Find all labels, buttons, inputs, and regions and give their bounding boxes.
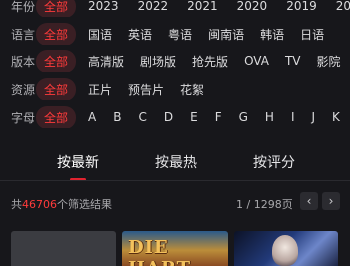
tab-newest[interactable]: 按最新 <box>57 152 99 172</box>
tab-rating[interactable]: 按评分 <box>253 152 295 172</box>
filter-row-resource: 资源 全部 正片 预告片 花絮 <box>0 78 350 100</box>
resource-option[interactable]: 正片 <box>88 81 112 98</box>
year-option[interactable]: 2022 <box>138 0 169 13</box>
letter-option[interactable]: B <box>113 110 121 124</box>
language-all-chip[interactable]: 全部 <box>36 23 77 45</box>
language-option[interactable]: 韩语 <box>260 26 284 43</box>
language-option[interactable]: 日语 <box>300 26 324 43</box>
result-suffix: 个筛选结果 <box>57 198 112 211</box>
filter-row-year: 年份 全部 2023 2022 2021 2020 2019 2018 <box>0 0 350 17</box>
poster-title-art: DIE HART <box>128 237 190 266</box>
version-option[interactable]: TV <box>285 54 301 68</box>
letter-option[interactable]: C <box>138 110 146 124</box>
language-option[interactable]: 国语 <box>88 26 112 43</box>
filter-row-letter: 字母 全部 A B C D E F G H I J K <box>0 106 350 128</box>
filter-label-resource: 资源 <box>11 82 36 97</box>
chevron-right-icon: › <box>328 194 334 208</box>
version-option[interactable]: 高清版 <box>88 53 124 70</box>
tabs-divider <box>0 180 350 181</box>
year-option[interactable]: 2020 <box>237 0 268 13</box>
resource-all-chip[interactable]: 全部 <box>36 78 77 100</box>
letter-option[interactable]: J <box>312 110 316 124</box>
filter-label-letter: 字母 <box>11 110 36 125</box>
language-option[interactable]: 粤语 <box>168 26 192 43</box>
year-option[interactable]: 2023 <box>88 0 119 13</box>
language-option[interactable]: 闽南语 <box>208 26 244 43</box>
next-page-button[interactable]: › <box>322 192 340 210</box>
year-all-chip[interactable]: 全部 <box>36 0 77 17</box>
letter-option[interactable]: H <box>265 110 274 124</box>
movie-poster[interactable] <box>234 231 338 266</box>
filter-row-version: 版本 全部 高清版 剧场版 抢先版 OVA TV 影院 <box>0 50 350 72</box>
result-prefix: 共 <box>11 198 22 211</box>
page-indicator: 1 / 1298页 <box>236 198 293 211</box>
letter-all-chip[interactable]: 全部 <box>36 106 77 128</box>
prev-page-button[interactable]: ‹ <box>300 192 318 210</box>
resource-option[interactable]: 花絮 <box>180 81 204 98</box>
result-number: 46706 <box>22 198 57 211</box>
chevron-left-icon: ‹ <box>306 194 312 208</box>
movie-poster[interactable]: DIE HART <box>122 231 228 266</box>
letter-option[interactable]: A <box>88 110 96 124</box>
letter-option[interactable]: I <box>291 110 295 124</box>
letter-option[interactable]: K <box>332 110 340 124</box>
version-option[interactable]: 影院 <box>317 53 341 70</box>
version-all-chip[interactable]: 全部 <box>36 50 77 72</box>
resource-option[interactable]: 预告片 <box>128 81 164 98</box>
poster-figure <box>272 235 298 266</box>
letter-option[interactable]: F <box>215 110 222 124</box>
result-count: 共46706个筛选结果 <box>11 196 112 212</box>
tab-hottest[interactable]: 按最热 <box>155 152 197 172</box>
language-option[interactable]: 英语 <box>128 26 152 43</box>
filter-label-language: 语言 <box>11 27 36 42</box>
filter-row-language: 语言 全部 国语 英语 粤语 闽南语 韩语 日语 <box>0 23 350 45</box>
letter-option[interactable]: G <box>239 110 248 124</box>
sort-tabs: 按最新 按最热 按评分 <box>0 152 350 188</box>
letter-option[interactable]: D <box>164 110 173 124</box>
filter-label-version: 版本 <box>11 54 36 69</box>
movie-poster[interactable] <box>11 231 116 266</box>
year-option[interactable]: 2018 <box>336 0 350 13</box>
version-option[interactable]: 抢先版 <box>192 53 228 70</box>
letter-option[interactable]: E <box>190 110 198 124</box>
version-option[interactable]: OVA <box>244 54 269 68</box>
year-option[interactable]: 2019 <box>286 0 317 13</box>
year-option[interactable]: 2021 <box>187 0 218 13</box>
version-option[interactable]: 剧场版 <box>140 53 176 70</box>
filter-label-year: 年份 <box>11 0 36 14</box>
